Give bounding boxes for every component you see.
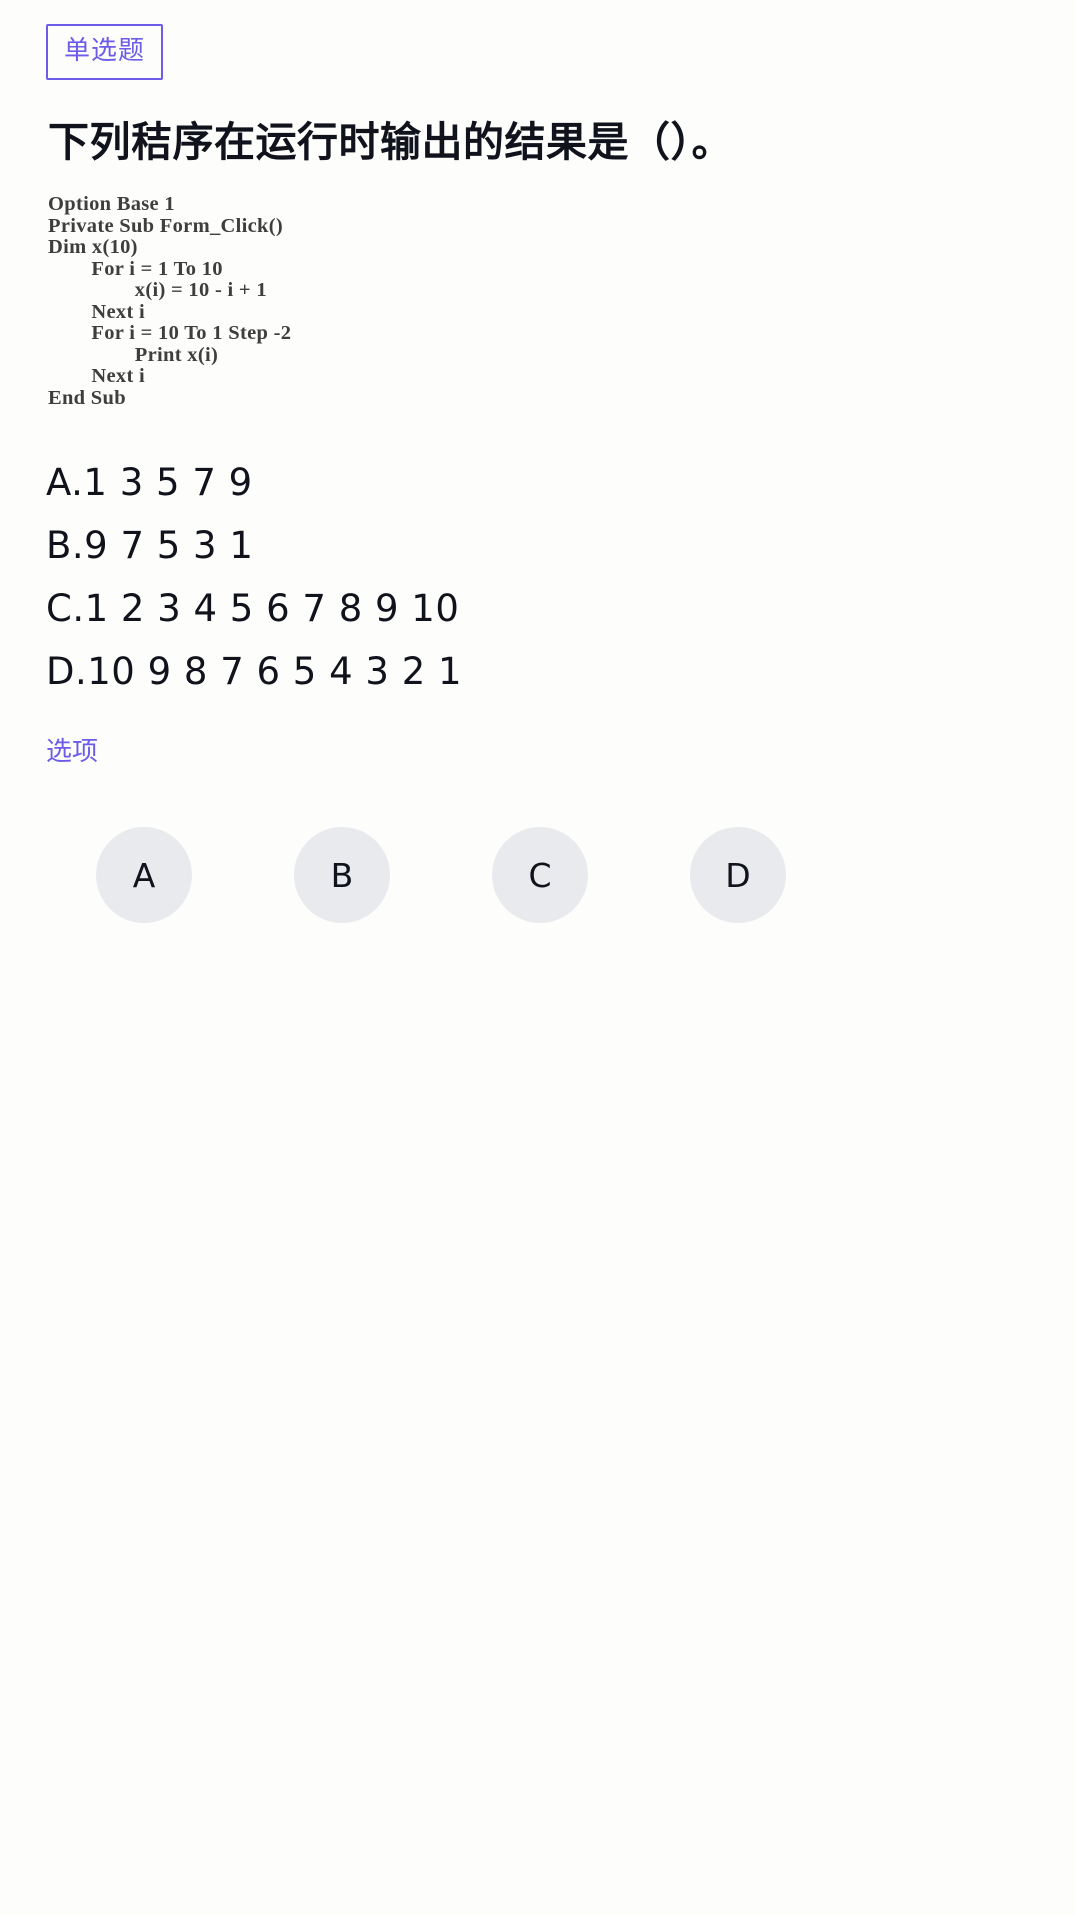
answer-choice-d: D.10 9 8 7 6 5 4 3 2 1 bbox=[46, 650, 463, 694]
answer-choice-list: A.1 3 5 7 9 B.9 7 5 3 1 C.1 2 3 4 5 6 7 … bbox=[0, 451, 1075, 703]
code-line: x(i) = 10 - i + 1 bbox=[48, 279, 267, 302]
code-line: For i = 10 To 1 Step -2 bbox=[48, 322, 292, 345]
answer-choice-c: C.1 2 3 4 5 6 7 8 9 10 bbox=[46, 587, 460, 631]
option-button-a[interactable]: A bbox=[96, 827, 192, 924]
option-button-b[interactable]: B bbox=[294, 827, 390, 924]
option-buttons-row: A B C D bbox=[0, 827, 1075, 924]
code-line: End Sub bbox=[48, 386, 126, 409]
option-button-c[interactable]: C bbox=[492, 827, 588, 924]
options-section-label: 选项 bbox=[46, 737, 99, 768]
code-line: Next i bbox=[48, 300, 146, 323]
answer-choice-b: B.9 7 5 3 1 bbox=[46, 524, 254, 568]
code-line: Dim x(10) bbox=[48, 236, 138, 259]
option-button-d[interactable]: D bbox=[690, 827, 786, 924]
question-type-badge: 单选题 bbox=[46, 24, 164, 80]
page-title: 下列秸序在运行时输出的结果是（）。 bbox=[48, 118, 733, 166]
page-filler bbox=[0, 923, 1075, 1863]
code-snippet-image: Option Base 1 Private Sub Form_Click() D… bbox=[0, 194, 1075, 409]
question-type-row: 单选题 bbox=[0, 0, 1075, 80]
code-line: Print x(i) bbox=[48, 343, 219, 366]
answer-choice-a: A.1 3 5 7 9 bbox=[46, 461, 253, 505]
question-page: 单选题 下列秸序在运行时输出的结果是（）。 Option Base 1 Priv… bbox=[0, 0, 1075, 1915]
code-line: Private Sub Form_Click() bbox=[48, 214, 283, 237]
code-line: Next i bbox=[48, 365, 146, 388]
code-line: For i = 1 To 10 bbox=[48, 257, 223, 280]
code-line: Option Base 1 bbox=[48, 193, 175, 216]
